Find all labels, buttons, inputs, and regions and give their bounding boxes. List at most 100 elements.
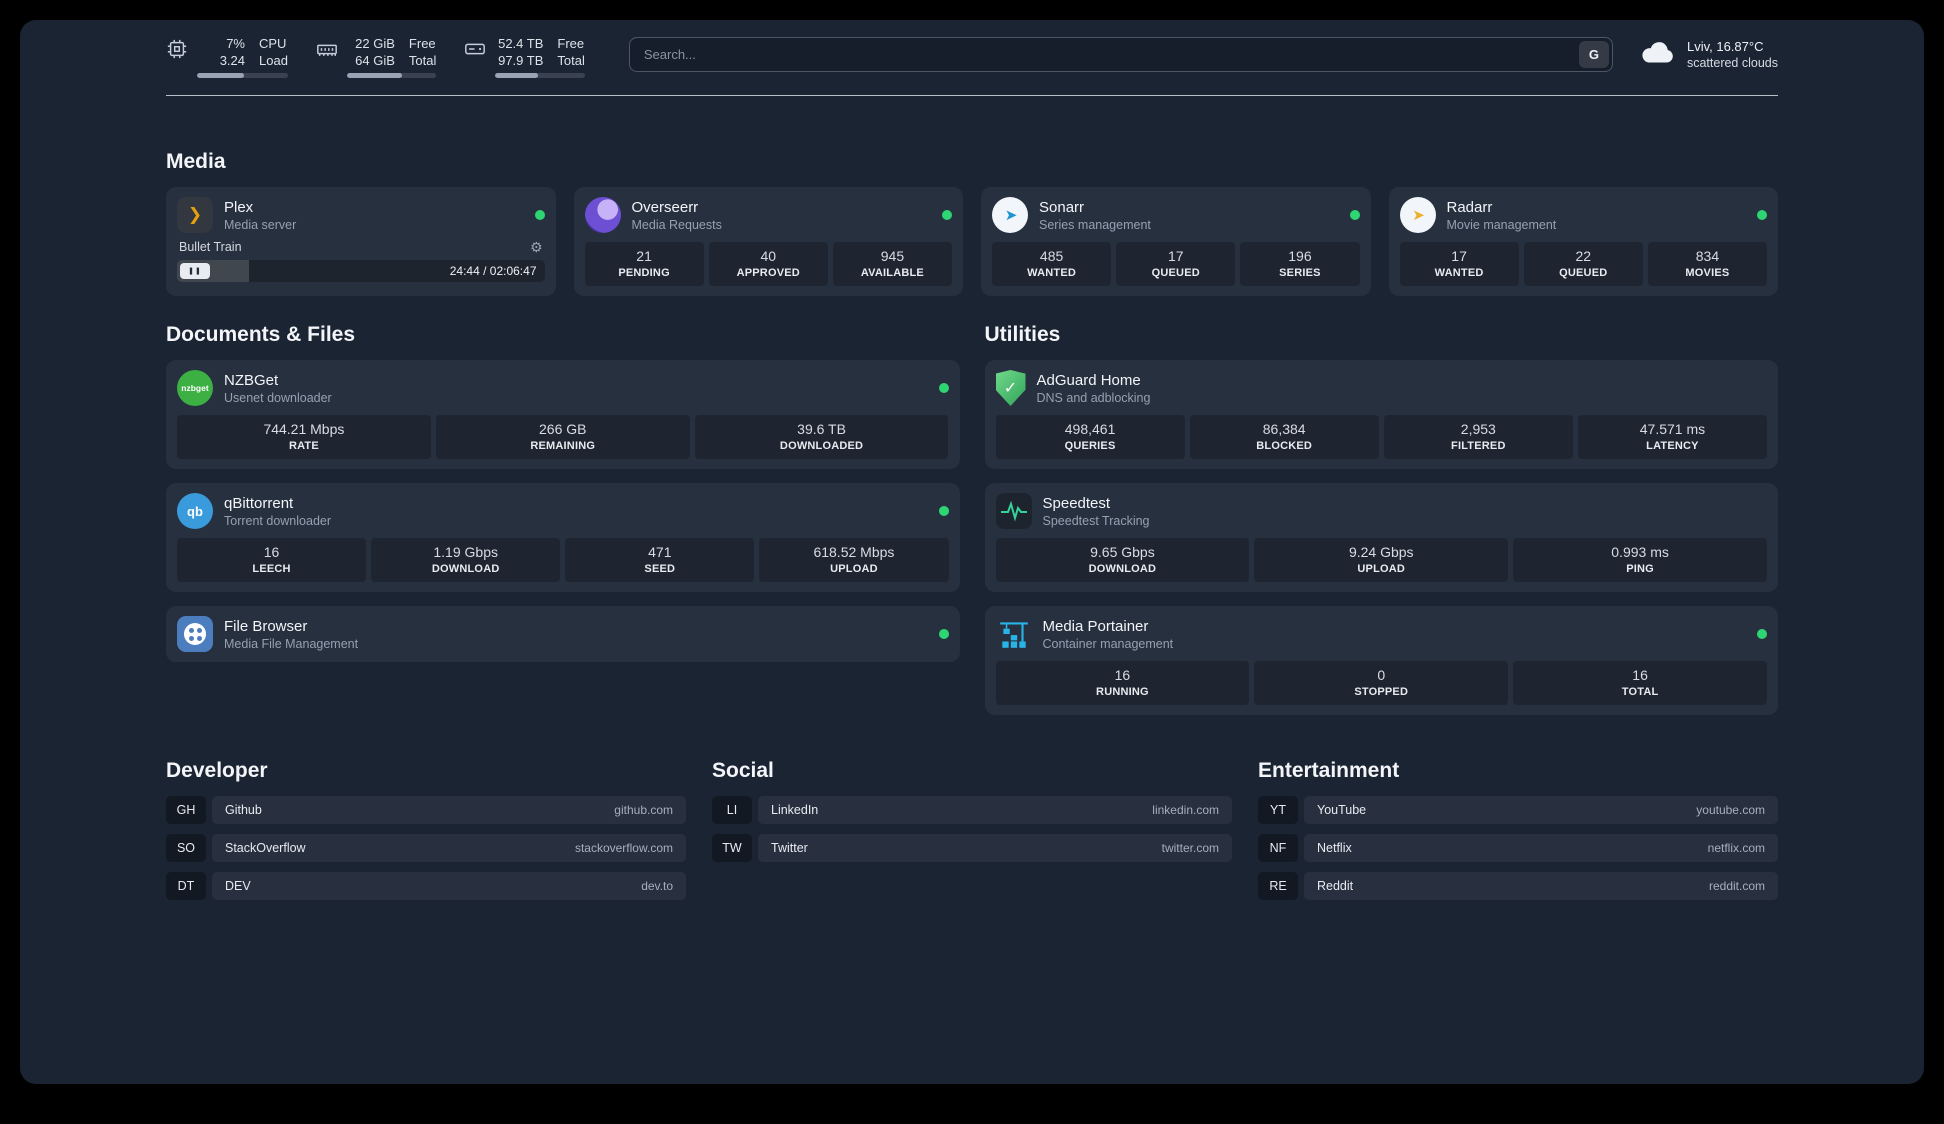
- section-title-media: Media: [166, 150, 226, 173]
- stat-block: 39.6 TB DOWNLOADED: [694, 415, 949, 459]
- stat-block: 744.21 Mbps RATE: [177, 415, 431, 459]
- service-card-nzbget[interactable]: nzbget NZBGet Usenet downloader 744.21 M…: [166, 360, 960, 469]
- service-card-adguard[interactable]: AdGuard Home DNS and adblocking 498,461 …: [984, 360, 1778, 469]
- service-card-radarr[interactable]: Radarr Movie management 17 WANTED 22 QUE…: [1388, 187, 1778, 296]
- service-name: Radarr: [1446, 198, 1493, 216]
- service-name: qBittorrent: [224, 494, 294, 512]
- gear-icon[interactable]: [530, 240, 543, 254]
- bookmark-pill: Github github.com: [212, 796, 686, 824]
- resource-widgets: 7% CPU 3.24 Load 22 GiB Free 64 GiB Tota…: [166, 35, 585, 78]
- status-dot: [938, 629, 949, 639]
- service-desc: Media Requests: [631, 217, 722, 232]
- disk-total-label: Total: [557, 53, 585, 68]
- stat-label: AVAILABLE: [860, 267, 924, 279]
- stat-label: REMAINING: [530, 440, 596, 452]
- stat-label: TOTAL: [1621, 686, 1659, 698]
- disk-icon: [464, 38, 486, 65]
- service-name: Overseerr: [631, 198, 699, 216]
- bookmark-linkedin[interactable]: LI LinkedIn linkedin.com: [712, 796, 1232, 824]
- bookmark-reddit[interactable]: RE Reddit reddit.com: [1258, 872, 1778, 900]
- stat-label: QUEUED: [1559, 267, 1608, 279]
- stat-block: 16 RUNNING: [995, 661, 1250, 705]
- service-card-plex[interactable]: Plex Media server Bullet Train: [166, 187, 556, 296]
- bookmark-name: StackOverflow: [225, 841, 306, 855]
- bookmark-url: dev.to: [641, 879, 673, 893]
- stat-block: 1.19 Gbps DOWNLOAD: [371, 538, 561, 582]
- stat-label: PING: [1626, 563, 1654, 575]
- bookmark-group-social: Social LI LinkedIn linkedin.com TW Twitt…: [712, 759, 1232, 900]
- stat-value: 86,384: [1262, 421, 1306, 437]
- service-card-portainer[interactable]: Media Portainer Container management 16 …: [984, 606, 1778, 715]
- memory-widget: 22 GiB Free 64 GiB Total: [316, 35, 437, 78]
- topbar: 7% CPU 3.24 Load 22 GiB Free 64 GiB Tota…: [166, 20, 1778, 78]
- radarr-icon: [1399, 197, 1436, 233]
- cpu-load-value: 3.24: [219, 53, 245, 68]
- service-name: Speedtest: [1042, 494, 1111, 512]
- service-card-overseerr[interactable]: Overseerr Media Requests 21 PENDING 40 A…: [573, 187, 963, 296]
- bookmark-stackoverflow[interactable]: SO StackOverflow stackoverflow.com: [166, 834, 686, 862]
- bookmark-group-developer: Developer GH Github github.com SO StackO…: [166, 759, 686, 900]
- stat-label: LEECH: [252, 563, 291, 575]
- stat-block: 21 PENDING: [584, 242, 704, 286]
- status-dot: [942, 210, 952, 220]
- bookmark-abbr: SO: [166, 834, 206, 862]
- stat-block: 40 APPROVED: [708, 242, 828, 286]
- stat-value: 47.571 ms: [1639, 421, 1706, 437]
- stat-value: 17: [1451, 248, 1467, 264]
- stat-block: 16 LEECH: [177, 538, 367, 582]
- section-title-utilities: Utilities: [984, 323, 1061, 346]
- stat-label: QUERIES: [1064, 440, 1116, 452]
- service-desc: Movie management: [1446, 217, 1557, 232]
- bookmark-netflix[interactable]: NF Netflix netflix.com: [1258, 834, 1778, 862]
- stat-block: 9.65 Gbps DOWNLOAD: [995, 538, 1250, 582]
- disk-free-value: 52.4 TB: [498, 36, 544, 51]
- search-input[interactable]: [628, 37, 1613, 72]
- service-desc: Series management: [1039, 217, 1151, 232]
- disk-total-value: 97.9 TB: [498, 53, 544, 68]
- nzbget-icon: nzbget: [177, 370, 213, 406]
- bookmark-name: YouTube: [1317, 803, 1367, 817]
- bookmark-youtube[interactable]: YT YouTube youtube.com: [1258, 796, 1778, 824]
- service-name: Media Portainer: [1042, 617, 1149, 635]
- memory-free-value: 22 GiB: [355, 36, 395, 51]
- stat-value: 39.6 TB: [797, 421, 846, 437]
- service-desc: Container management: [1042, 636, 1174, 651]
- cpu-icon: [166, 38, 188, 65]
- bookmark-github[interactable]: GH Github github.com: [166, 796, 686, 824]
- playback-progress-bar[interactable]: 24:44 / 02:06:47: [177, 260, 545, 282]
- service-card-qbittorrent[interactable]: qb qBittorrent Torrent downloader 16 LEE…: [166, 483, 960, 592]
- stat-value: 0.993 ms: [1611, 544, 1669, 560]
- stat-value: 9.24 Gbps: [1348, 544, 1414, 560]
- service-desc: DNS and adblocking: [1036, 390, 1151, 405]
- stat-block: 196 SERIES: [1240, 242, 1360, 286]
- stat-label: QUEUED: [1151, 267, 1200, 279]
- cpu-progress-bar: [197, 73, 288, 78]
- bookmark-pill: YouTube youtube.com: [1304, 796, 1778, 824]
- service-card-sonarr[interactable]: Sonarr Series management 485 WANTED 17 Q…: [981, 187, 1371, 296]
- bookmark-abbr: DT: [166, 872, 206, 900]
- bookmark-dev[interactable]: DT DEV dev.to: [166, 872, 686, 900]
- service-card-speedtest[interactable]: Speedtest Speedtest Tracking 9.65 Gbps D…: [984, 483, 1778, 592]
- stat-value: 16: [1114, 667, 1131, 683]
- stat-value: 0: [1377, 667, 1386, 683]
- plex-icon: [177, 197, 213, 233]
- stat-value: 9.65 Gbps: [1090, 544, 1155, 560]
- stat-value: 2,953: [1460, 421, 1496, 437]
- stat-label: MOVIES: [1685, 267, 1730, 279]
- bookmark-pill: Reddit reddit.com: [1304, 872, 1778, 900]
- stat-block: 834 MOVIES: [1647, 242, 1768, 286]
- service-desc: Torrent downloader: [224, 513, 332, 528]
- bookmark-url: github.com: [614, 803, 673, 817]
- section-title-documents: Documents & Files: [166, 323, 356, 346]
- service-name: Sonarr: [1039, 198, 1085, 216]
- stat-value: 945: [880, 248, 905, 264]
- portainer-icon: [996, 616, 1032, 652]
- pause-button[interactable]: [180, 263, 210, 279]
- service-card-filebrowser[interactable]: File Browser Media File Management: [166, 606, 960, 662]
- bookmark-pill: Netflix netflix.com: [1304, 834, 1778, 862]
- bookmark-url: linkedin.com: [1152, 803, 1219, 817]
- stat-label: SERIES: [1279, 267, 1321, 279]
- search-provider-button[interactable]: G: [1578, 41, 1609, 68]
- bookmark-twitter[interactable]: TW Twitter twitter.com: [712, 834, 1232, 862]
- stat-label: LATENCY: [1646, 440, 1699, 452]
